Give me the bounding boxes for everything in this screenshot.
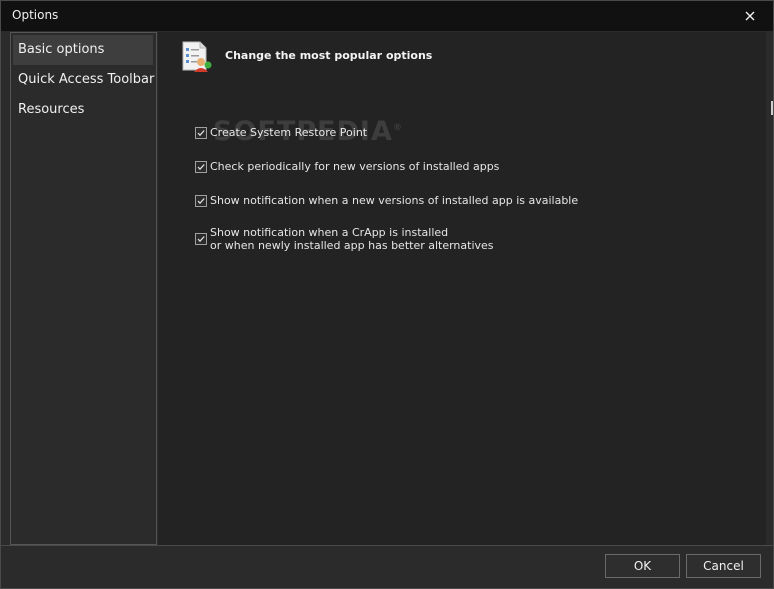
- dialog-footer: OK Cancel: [1, 545, 773, 588]
- sidebar-item-label: Quick Access Toolbar: [18, 72, 155, 87]
- sidebar-item-label: Basic options: [18, 42, 105, 57]
- option-label-line2: or when newly installed app has better a…: [210, 239, 494, 252]
- close-icon: [745, 11, 755, 21]
- section-title: Change the most popular options: [225, 49, 433, 62]
- new-version-notification-option[interactable]: Show notification when a new versions of…: [195, 194, 578, 207]
- checkmark-icon: [197, 236, 205, 243]
- title-bar: Options: [1, 1, 773, 31]
- checkmark-icon: [197, 164, 205, 171]
- watermark-text: SOFTPEDIA: [213, 116, 393, 147]
- softpedia-watermark: SOFTPEDIA®: [213, 116, 403, 147]
- options-content: Change the most popular options Create S…: [158, 32, 766, 545]
- window-title: Options: [12, 8, 59, 22]
- cancel-button[interactable]: Cancel: [686, 554, 761, 578]
- create-restore-point-checkbox[interactable]: [195, 127, 207, 139]
- close-button[interactable]: [727, 1, 773, 31]
- crapp-notification-option[interactable]: Show notification when a CrApp is instal…: [195, 226, 494, 252]
- sidebar-item-resources[interactable]: Resources: [11, 95, 156, 125]
- sidebar-item-label: Resources: [18, 102, 85, 117]
- watermark-mark: ®: [392, 123, 403, 133]
- options-sidebar: Basic options Quick Access Toolbar Resou…: [10, 32, 157, 545]
- right-edge-marker: [771, 101, 773, 115]
- checkmark-icon: [197, 130, 205, 137]
- crapp-notification-checkbox[interactable]: [195, 233, 207, 245]
- option-label-line1: Show notification when a CrApp is instal…: [210, 226, 449, 239]
- option-label: Check periodically for new versions of i…: [210, 160, 500, 173]
- check-updates-checkbox[interactable]: [195, 161, 207, 173]
- checkmark-icon: [197, 198, 205, 205]
- options-window: Options Basic options Quick Access Toolb…: [0, 0, 774, 589]
- check-updates-option[interactable]: Check periodically for new versions of i…: [195, 160, 499, 173]
- ok-button[interactable]: OK: [605, 554, 680, 578]
- option-label: Show notification when a new versions of…: [210, 194, 579, 207]
- sidebar-item-basic-options[interactable]: Basic options: [13, 35, 153, 65]
- settings-list-icon: [182, 41, 212, 72]
- sidebar-item-quick-access-toolbar[interactable]: Quick Access Toolbar: [11, 65, 156, 95]
- new-version-notification-checkbox[interactable]: [195, 195, 207, 207]
